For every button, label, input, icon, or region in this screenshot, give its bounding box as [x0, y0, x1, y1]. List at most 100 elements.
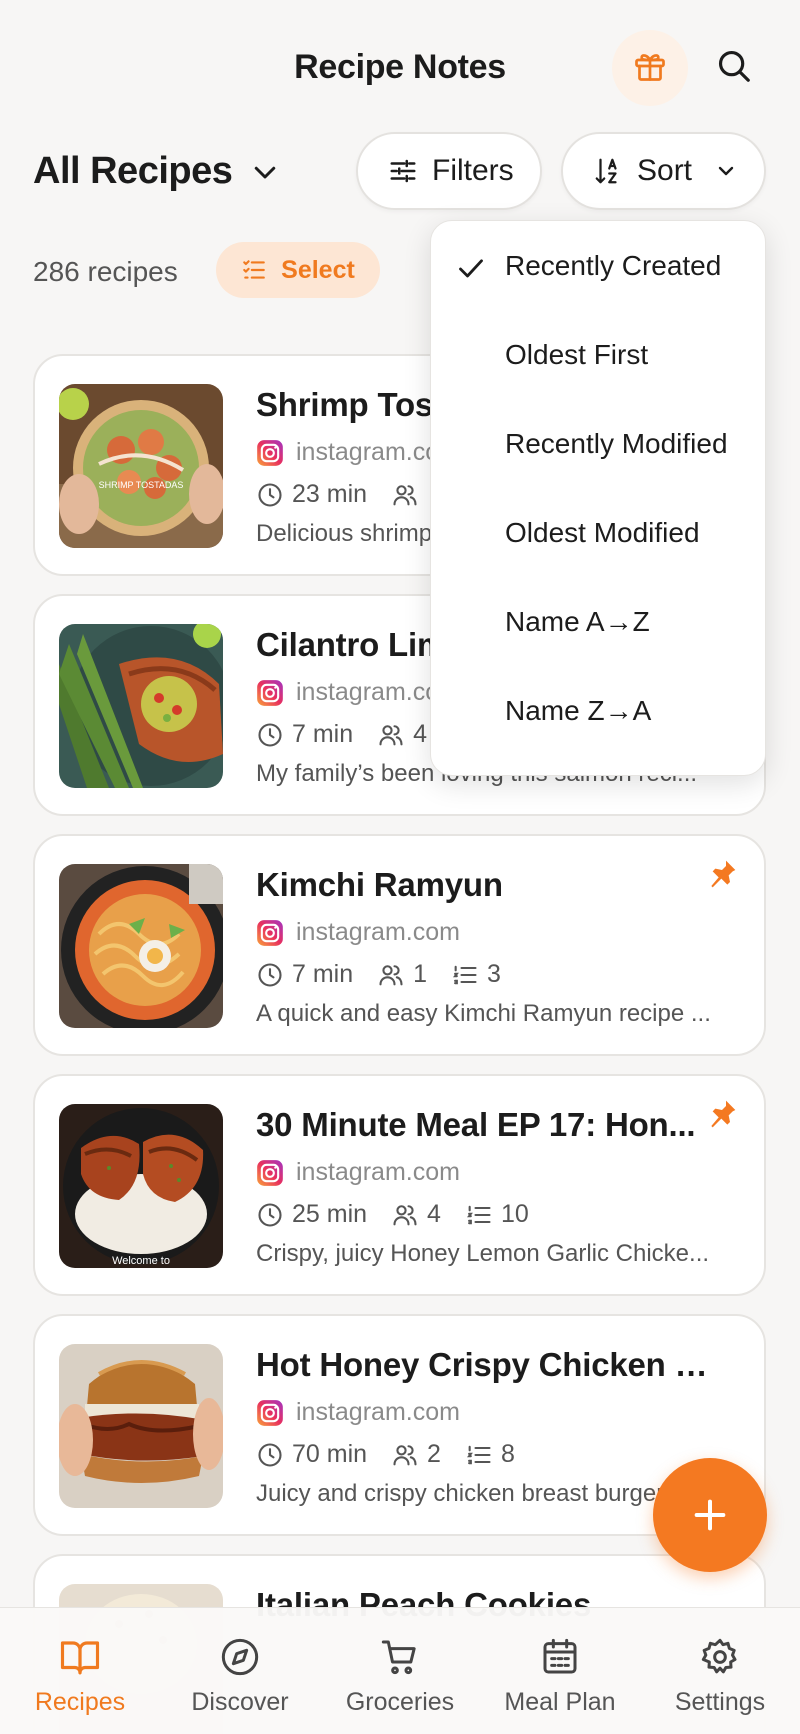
instagram-icon: [256, 1159, 284, 1187]
filters-button[interactable]: Filters: [356, 132, 542, 210]
sort-option-label: Name Z→A: [505, 694, 652, 726]
sort-option-oldest-first[interactable]: Oldest First: [431, 310, 767, 399]
sort-option-label: Name A→Z: [505, 605, 650, 637]
instagram-icon: [256, 679, 284, 707]
tab-label: Recipes: [34, 1688, 126, 1716]
steps-value: 8: [500, 1440, 515, 1468]
cook-time: 7 min: [256, 960, 353, 989]
servings: [391, 481, 427, 509]
clock-icon: [258, 722, 282, 747]
chevron-down-icon: [714, 159, 738, 183]
people-icon: [379, 964, 403, 985]
recipe-meta: 23 min: [256, 480, 451, 509]
recipe-thumbnail: SHRIMP TOSTADAS: [59, 384, 223, 548]
recipes-toolbar: All Recipes Filters Sort: [0, 130, 800, 212]
recipe-count: 286 recipes: [33, 256, 178, 287]
recipe-source: instagram.com: [256, 918, 460, 947]
collection-dropdown[interactable]: All Recipes: [33, 150, 280, 193]
gift-button[interactable]: [612, 30, 688, 106]
list-icon: [466, 1445, 491, 1464]
steps: 10: [465, 1200, 529, 1229]
cook-time: 7 min: [256, 720, 353, 749]
bottom-tab-bar: Recipes Discover Groceries Meal Plan Set…: [0, 1607, 800, 1734]
people-icon: [393, 1444, 417, 1465]
recipe-thumbnail: [59, 864, 223, 1028]
thumbnail-caption: SHRIMP TOSTADAS: [99, 480, 184, 490]
calendar-icon: [540, 1636, 580, 1678]
steps-value: 3: [487, 960, 501, 988]
recipe-title: 30 Minute Meal EP 17: Hon...: [256, 1106, 696, 1143]
recipe-card[interactable]: Welcome to 30 Minute Meal EP 17: Hon... …: [33, 1074, 766, 1296]
clock-icon: [258, 1442, 282, 1467]
servings: 4: [391, 1200, 441, 1229]
people-icon: [379, 724, 403, 745]
steps: 8: [465, 1440, 515, 1469]
source-domain: instagram.com: [296, 1398, 460, 1426]
compass-icon: [220, 1636, 260, 1678]
search-icon: [715, 47, 753, 90]
cook-time: 70 min: [256, 1440, 367, 1469]
recipe-title: Kimchi Ramyun: [256, 866, 503, 903]
pin-icon[interactable]: [706, 858, 738, 890]
list-icon: [453, 965, 477, 984]
thumbnail-caption: Welcome to: [112, 1255, 170, 1267]
checkmark-icon: [457, 257, 485, 281]
source-domain: instagram.com: [296, 1158, 460, 1186]
people-icon: [393, 1204, 417, 1225]
recipe-description: A quick and easy Kimchi Ramyun recipe ..…: [256, 1000, 711, 1027]
recipe-thumbnail: [59, 624, 223, 788]
clock-icon: [258, 482, 282, 507]
add-recipe-button[interactable]: [653, 1458, 767, 1572]
cook-time-value: 7 min: [292, 960, 354, 988]
tab-groceries[interactable]: Groceries: [320, 1608, 480, 1734]
sort-option-name-z-a[interactable]: Name Z→A: [431, 666, 767, 755]
sort-option-label: Oldest First: [505, 338, 649, 370]
servings: 2: [391, 1440, 441, 1469]
tab-label: Groceries: [345, 1688, 455, 1716]
sort-option-label: Recently Modified: [505, 427, 728, 459]
tab-discover[interactable]: Discover: [160, 1608, 320, 1734]
recipe-meta: 7 min 1 3: [256, 960, 525, 989]
book-icon: [59, 1636, 101, 1678]
sort-option-recently-created[interactable]: Recently Created: [431, 221, 767, 310]
tab-meal-plan[interactable]: Meal Plan: [480, 1608, 640, 1734]
tab-label: Discover: [191, 1688, 289, 1716]
search-button[interactable]: [706, 40, 762, 96]
gift-icon: [632, 48, 668, 89]
sort-label: Sort: [637, 154, 693, 187]
recipe-title: Hot Honey Crispy Chicken Bu...: [256, 1346, 726, 1383]
clock-icon: [258, 962, 282, 987]
recipe-card[interactable]: Kimchi Ramyun instagram.com 7 min 1 3 A …: [33, 834, 766, 1056]
filters-label: Filters: [432, 154, 514, 187]
recipe-thumbnail: Welcome to: [59, 1104, 223, 1268]
instagram-icon: [256, 1399, 284, 1427]
servings-value: 1: [413, 960, 428, 988]
checklist-icon: [241, 257, 267, 283]
cook-time-value: 23 min: [292, 480, 368, 508]
cart-icon: [380, 1636, 420, 1678]
pin-icon[interactable]: [706, 1098, 738, 1130]
select-label: Select: [281, 255, 355, 284]
app-header: Recipe Notes: [0, 0, 800, 130]
servings-value: 4: [413, 720, 428, 748]
sort-option-label: Recently Created: [505, 249, 722, 281]
sliders-icon: [388, 156, 418, 186]
cook-time-value: 25 min: [292, 1200, 368, 1228]
chevron-down-icon: [250, 157, 280, 187]
select-button[interactable]: Select: [216, 242, 380, 298]
steps: 3: [451, 960, 501, 989]
servings: 1: [377, 960, 427, 989]
tab-recipes[interactable]: Recipes: [0, 1608, 160, 1734]
instagram-icon: [256, 439, 284, 467]
clock-icon: [258, 1202, 282, 1227]
sort-option-recently-modified[interactable]: Recently Modified: [431, 399, 767, 488]
tab-label: Meal Plan: [504, 1688, 616, 1716]
sort-az-icon: [593, 156, 623, 186]
sort-button[interactable]: Sort: [561, 132, 766, 210]
source-domain: instagram.com: [296, 918, 460, 946]
cook-time-value: 7 min: [292, 720, 354, 748]
cook-time: 25 min: [256, 1200, 367, 1229]
sort-option-oldest-modified[interactable]: Oldest Modified: [431, 488, 767, 577]
tab-settings[interactable]: Settings: [640, 1608, 800, 1734]
sort-option-name-a-z[interactable]: Name A→Z: [431, 577, 767, 666]
